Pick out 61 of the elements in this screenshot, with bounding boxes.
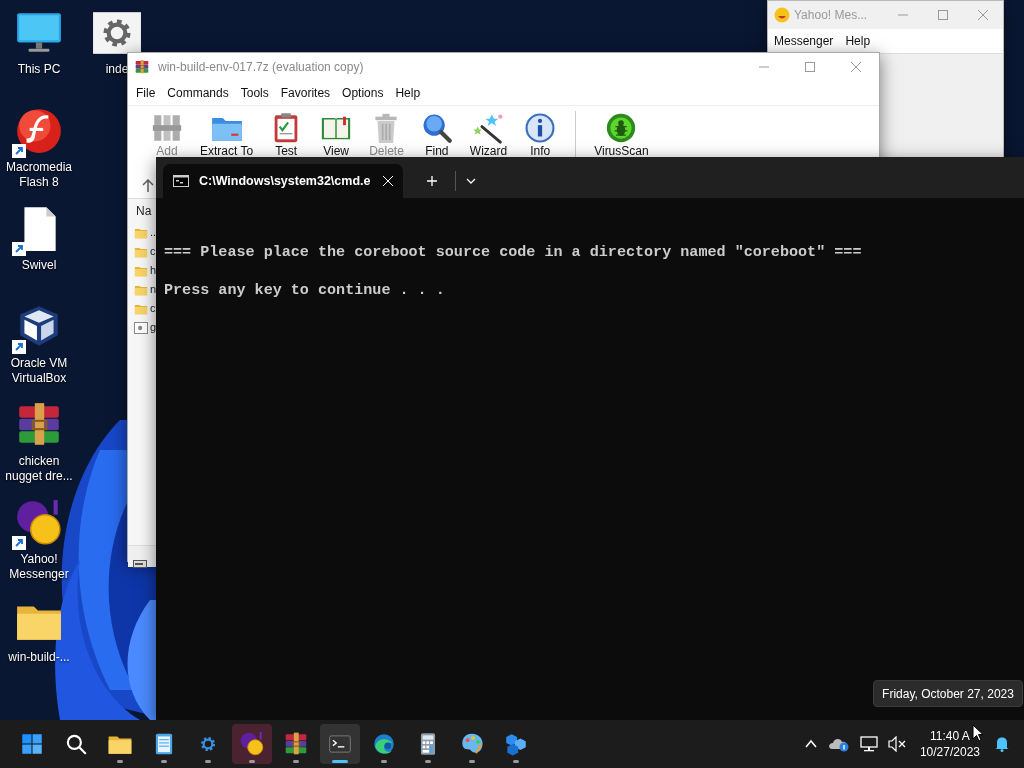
- yahoo-icon: [239, 731, 265, 757]
- date-tooltip: Friday, October 27, 2023: [873, 680, 1023, 707]
- start-icon: [19, 731, 45, 757]
- menu-item[interactable]: Tools: [234, 81, 275, 105]
- window-title: win-build-env-017.7z (evaluation copy): [158, 59, 364, 76]
- menu-item[interactable]: Help: [389, 81, 427, 105]
- yahoo-icon[interactable]: [14, 498, 64, 548]
- edge-icon: [371, 731, 397, 757]
- file-name[interactable]: c: [150, 243, 156, 260]
- console-text: Press any key to continue . . .: [164, 281, 446, 300]
- command-prompt-icon: [173, 175, 189, 187]
- icon-label: chicken nugget dre...: [4, 454, 74, 484]
- menu-item[interactable]: Messenger: [768, 29, 840, 53]
- find-button[interactable]: Find: [415, 111, 458, 158]
- virus-scan-button[interactable]: VirusScan: [590, 111, 653, 158]
- menu-item[interactable]: File: [130, 81, 162, 105]
- terminal-button[interactable]: [320, 724, 360, 764]
- file-name[interactable]: c: [150, 300, 156, 317]
- close-icon: [851, 62, 861, 72]
- plus-icon: [427, 176, 437, 186]
- file-name[interactable]: g: [150, 319, 157, 336]
- menu-item[interactable]: Help: [839, 29, 877, 53]
- test-button[interactable]: Test: [265, 111, 308, 158]
- close-icon: [383, 176, 393, 186]
- icon-label: This PC: [16, 62, 62, 77]
- archive-icon: [134, 59, 150, 75]
- view-button[interactable]: View: [315, 111, 358, 158]
- icon-label: Macromedia Flash 8: [5, 160, 73, 190]
- file-name[interactable]: n: [150, 281, 157, 298]
- icon-label: Swivel: [20, 258, 58, 273]
- archive-icon: [283, 731, 309, 757]
- menu-item[interactable]: Commands: [161, 81, 235, 105]
- cubes-icon: [503, 731, 529, 757]
- icon-label: inde: [105, 62, 129, 77]
- extract-button[interactable]: Extract To: [196, 111, 258, 158]
- column-header[interactable]: Na: [136, 199, 152, 223]
- menu-item[interactable]: Options: [336, 81, 390, 105]
- icon-label: Oracle VM VirtualBox: [9, 356, 69, 386]
- wizard-button[interactable]: Wizard: [465, 111, 512, 158]
- maximize-icon: [938, 10, 948, 20]
- smiley-icon: [774, 7, 790, 23]
- mouse-cursor-icon: [972, 724, 984, 742]
- terminal-tab[interactable]: C:\Windows\system32\cmd.e: [163, 164, 403, 198]
- window-title: Yahoo! Mes...: [794, 7, 868, 24]
- network-icon[interactable]: [859, 736, 878, 752]
- clock-date[interactable]: 10/27/2023: [919, 744, 980, 760]
- file-icon: [134, 321, 148, 334]
- maximize-icon: [805, 62, 815, 72]
- yahoo-button[interactable]: [232, 724, 272, 764]
- bell-icon[interactable]: [994, 736, 1010, 752]
- info-button[interactable]: Info: [519, 111, 562, 158]
- file-name[interactable]: ..: [150, 224, 157, 241]
- console-text: === Please place the coreboot source code in a directory named "coreboot" ===: [164, 243, 863, 262]
- close-icon: [978, 10, 988, 20]
- flash-icon[interactable]: [14, 106, 64, 156]
- muted-speaker-icon[interactable]: [887, 736, 906, 752]
- menu-item[interactable]: Favorites: [274, 81, 337, 105]
- cloud-icon[interactable]: [827, 736, 850, 752]
- file-name[interactable]: h: [150, 262, 157, 279]
- chevron-down-icon: [466, 176, 476, 186]
- up-arrow-icon[interactable]: [142, 178, 154, 193]
